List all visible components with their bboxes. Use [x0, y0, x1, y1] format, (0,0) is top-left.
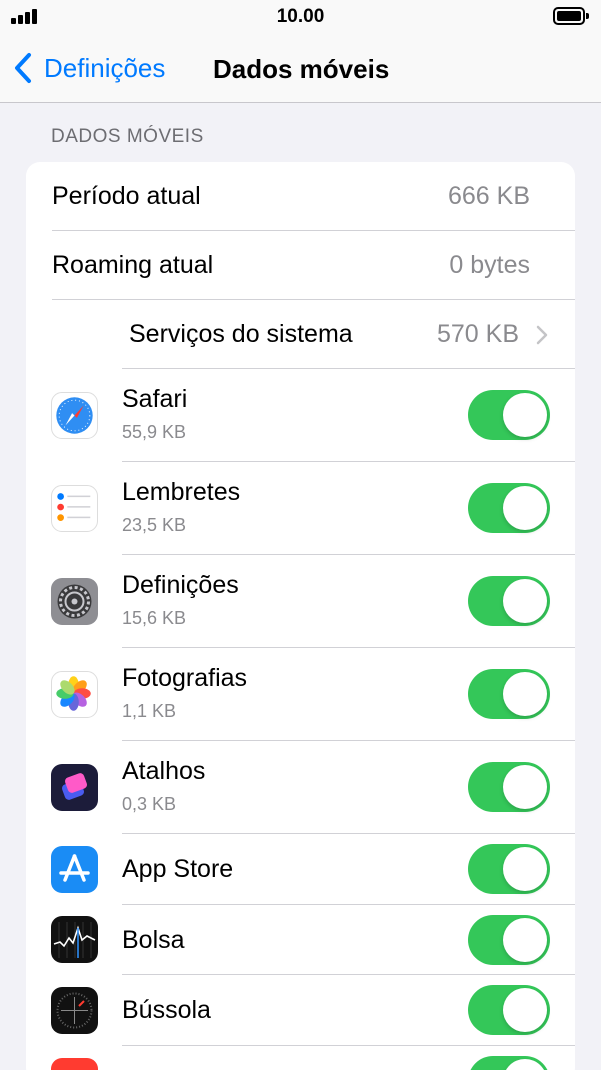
current-period-row: Período atual 666 KB [26, 162, 575, 231]
shortcuts-icon [51, 764, 98, 811]
app-row-compass: Bússola [26, 975, 575, 1046]
safari-toggle[interactable] [468, 390, 550, 440]
current-period-value: 666 KB [447, 182, 530, 210]
app-row-stocks: Bolsa [26, 905, 575, 975]
app-usage: 23,5 KB [122, 515, 187, 535]
chevron-right-icon [536, 325, 548, 345]
app-row-safari: Safari 55,9 KB [26, 369, 575, 462]
app-name: Lembretes [122, 478, 241, 506]
app-name: Fotografias [122, 664, 248, 692]
app-name: Bússola [122, 996, 211, 1024]
app-row-photos: Fotografias 1,1 KB [26, 648, 575, 741]
status-bar: 10.00 [0, 0, 601, 34]
current-period-label: Período atual [52, 182, 201, 210]
back-button-label: Definições [44, 52, 166, 83]
reminders-toggle[interactable] [468, 483, 550, 533]
partial-app-toggle[interactable] [468, 1056, 550, 1070]
page-title: Dados móveis [213, 54, 390, 84]
app-row-shortcuts: Atalhos 0,3 KB [26, 741, 575, 834]
stocks-icon [51, 916, 98, 963]
section-header: DADOS MÓVEIS [51, 126, 204, 147]
app-row-settings: Definições 15,6 KB [26, 555, 575, 648]
app-row-partial [26, 1046, 575, 1070]
photos-icon [51, 671, 98, 718]
app-name: Safari [122, 385, 188, 413]
app-name: Atalhos [122, 757, 206, 785]
app-store-toggle[interactable] [468, 844, 550, 894]
chevron-left-icon [15, 53, 31, 83]
reminders-icon [51, 485, 98, 532]
safari-icon [51, 392, 98, 439]
roaming-value: 0 bytes [449, 251, 530, 279]
shortcuts-toggle[interactable] [468, 762, 550, 812]
app-usage: 1,1 KB [122, 701, 177, 721]
stocks-toggle[interactable] [468, 915, 550, 965]
back-button[interactable]: Definições [12, 48, 165, 88]
app-row-app-store: App Store [26, 834, 575, 905]
system-services-row[interactable]: Serviços do sistema 570 KB [26, 300, 575, 369]
app-name: App Store [122, 855, 234, 883]
battery-icon [553, 7, 589, 25]
roaming-row: Roaming atual 0 bytes [26, 231, 575, 300]
app-name: Bolsa [122, 926, 185, 954]
photos-toggle[interactable] [468, 669, 550, 719]
settings-icon [51, 578, 98, 625]
compass-icon [51, 987, 98, 1034]
status-time: 10.00 [276, 6, 325, 27]
app-usage: 15,6 KB [122, 608, 187, 628]
system-services-label: Serviços do sistema [129, 320, 353, 348]
compass-toggle[interactable] [468, 985, 550, 1035]
system-services-value: 570 KB [436, 320, 519, 348]
app-store-icon [51, 846, 98, 893]
roaming-label: Roaming atual [52, 251, 214, 279]
app-usage: 55,9 KB [122, 422, 187, 442]
app-name: Definições [122, 571, 239, 599]
app-row-reminders: Lembretes 23,5 KB [26, 462, 575, 555]
red-app-icon [51, 1058, 98, 1070]
navigation-bar: Definições Dados móveis [0, 34, 601, 103]
settings-toggle[interactable] [468, 576, 550, 626]
mobile-data-list: Período atual 666 KB Roaming atual 0 byt… [26, 162, 575, 1070]
app-usage: 0,3 KB [122, 794, 177, 814]
